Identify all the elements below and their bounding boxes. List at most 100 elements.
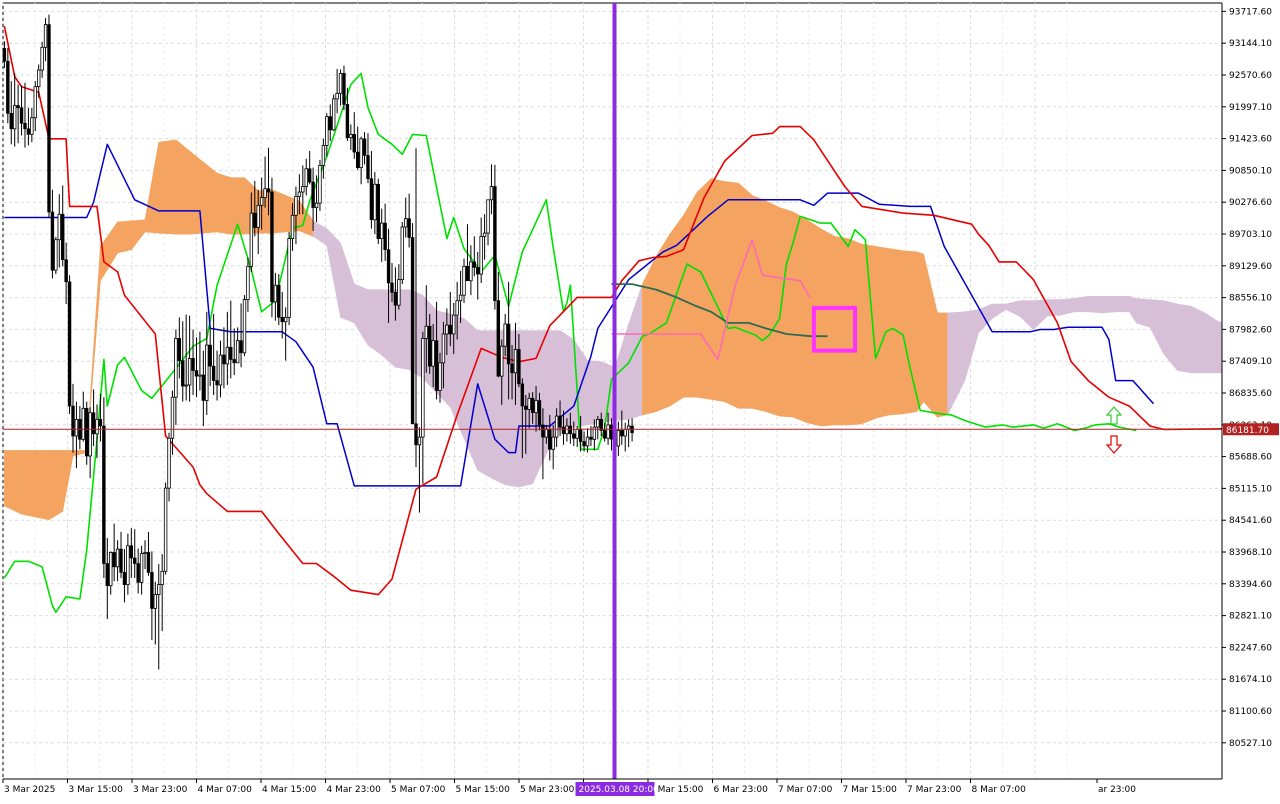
candle-body-bear	[277, 284, 281, 318]
candle-body-bear	[61, 213, 65, 260]
candle-body-bull	[167, 437, 171, 489]
candle-body-bear	[194, 370, 199, 377]
candle-body-bear	[215, 380, 219, 386]
candle-body-bear	[146, 552, 151, 573]
candle-body-bull	[404, 218, 408, 228]
candle-body-bull	[379, 222, 384, 240]
y-tick-label: 93144.10	[1229, 39, 1272, 49]
candle-body-bull	[143, 552, 147, 554]
candle-body-bull	[373, 183, 377, 221]
candle-body-bull	[54, 239, 58, 271]
candle-body-bear	[191, 358, 195, 371]
candle-body-bull	[489, 186, 494, 201]
y-tick-label: 81674.10	[1229, 675, 1272, 685]
candle-body-bull	[424, 325, 428, 339]
chart-root: 93717.60 93144.10 92570.60 91997.10 91423.60…	[0, 0, 1280, 800]
cloud-segment-bull	[875, 246, 890, 419]
candle-body-bull	[246, 265, 250, 301]
candle-body-bull	[400, 226, 404, 281]
cloud-segment-bear	[1204, 312, 1219, 374]
candle-body-bear	[510, 363, 514, 374]
candle-body-bear	[362, 138, 367, 156]
candle-body-bear	[129, 545, 134, 559]
candle-body-bear	[541, 424, 545, 438]
candle-body-bear	[50, 211, 55, 271]
candle-body-bull	[198, 374, 202, 377]
candle-body-bear	[23, 122, 27, 130]
candle-body-bull	[160, 570, 164, 586]
candle-body-bull	[331, 98, 336, 131]
candle-body-bull	[57, 213, 61, 241]
candle-body-bull	[184, 384, 188, 387]
candle-body-bear	[537, 400, 542, 426]
candle-body-bull	[157, 584, 161, 595]
candle-body-bull	[273, 284, 278, 303]
candle-body-bear	[386, 249, 391, 284]
candle-body-bear	[589, 436, 593, 440]
candle-body-bull	[616, 430, 621, 447]
vertical-marker-label: 2025.03.08 20:00	[575, 782, 659, 796]
candle-body-bear	[448, 324, 452, 335]
candle-body-bull	[417, 436, 422, 446]
candle-body-bull	[575, 428, 579, 439]
y-tick-label: 82247.60	[1229, 643, 1272, 653]
candle-body-bear	[85, 407, 89, 457]
x-tick-label: ar 23:00	[1098, 785, 1136, 795]
candle-body-bull	[304, 168, 308, 187]
y-tick-label: 84541.60	[1229, 516, 1272, 526]
candle-body-bull	[431, 340, 435, 367]
cloud-segment-bear	[1101, 295, 1117, 314]
candle-body-bull	[88, 412, 92, 457]
cloud-segment-bull	[792, 211, 808, 424]
candle-body-bull	[438, 362, 442, 391]
candle-body-bull	[585, 436, 590, 447]
candle-body-bear	[119, 548, 123, 573]
candle-body-bull	[301, 186, 305, 193]
cloud-segment-bull	[683, 190, 698, 398]
candle-body-bear	[520, 383, 525, 407]
y-tick-label: 82821.10	[1229, 612, 1272, 622]
candle-body-bear	[6, 60, 10, 114]
candle-body-bull	[40, 46, 44, 71]
candle-body-bull	[294, 196, 298, 216]
cloud-segment-bull	[820, 228, 835, 427]
candle-body-bull	[242, 299, 247, 354]
x-tick-label: 5 Mar 07:00	[391, 785, 446, 795]
candle-body-bull	[503, 323, 507, 347]
cloud-segment-bull	[4, 450, 22, 515]
y-tick-label: 87982.60	[1229, 325, 1272, 335]
candle-body-bull	[259, 197, 264, 206]
candle-body-bull	[126, 545, 130, 586]
candle-body-bull	[109, 552, 113, 587]
candle-body-bull	[249, 212, 254, 267]
candle-body-bear	[136, 563, 140, 583]
candle-body-bull	[421, 338, 425, 438]
candle-body-bear	[98, 419, 103, 427]
candle-body-bull	[445, 324, 449, 335]
y-tick-label: 90850.10	[1229, 166, 1272, 176]
candle-body-bull	[441, 333, 446, 364]
candle-body-bull	[33, 86, 37, 119]
x-tick-label: 4 Mar 07:00	[198, 785, 253, 795]
x-axis: 3 Mar 2025 3 Mar 15:00 3 Mar 23:00 4 Mar 07…	[0, 778, 1222, 800]
candle-body-bull	[596, 418, 600, 428]
y-tick-label: 81100.60	[1229, 707, 1272, 717]
cloud-segment-bear	[587, 360, 602, 426]
ichimoku-chart[interactable]: 93717.60 93144.10 92570.60 91997.10 91423.60…	[0, 0, 1280, 800]
candle-body-bear	[407, 218, 411, 238]
cloud-segment-bull	[34, 450, 50, 521]
x-tick-label: 4 Mar 15:00	[262, 785, 317, 795]
candle-body-bear	[133, 557, 137, 564]
candle-body-bear	[208, 344, 212, 367]
candle-body-bear	[222, 354, 226, 365]
y-tick-label: 85688.60	[1229, 453, 1272, 463]
y-axis: 93717.60 93144.10 92570.60 91997.10 91423.60…	[1221, 0, 1280, 800]
candle-body-bull	[43, 24, 48, 48]
cloud-segment-bull	[916, 251, 924, 413]
candle-body-bull	[287, 238, 291, 318]
candle-body-bear	[390, 282, 394, 293]
candle-body-bull	[462, 265, 466, 296]
candle-body-bull	[139, 553, 144, 583]
candle-body-bull	[95, 418, 99, 435]
cloud-segment-bear	[559, 330, 575, 429]
